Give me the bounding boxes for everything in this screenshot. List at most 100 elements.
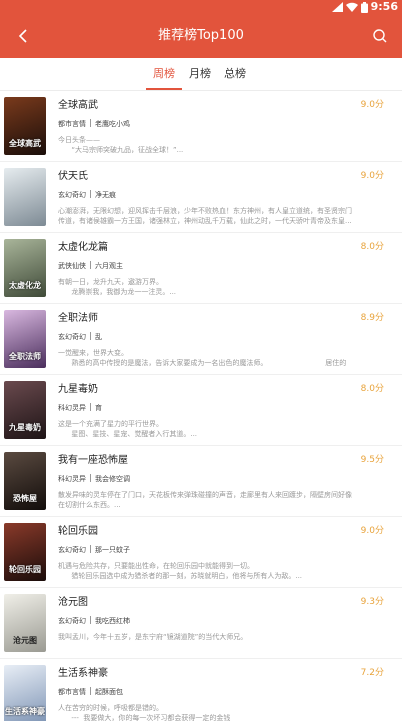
tab-monthly[interactable]: 月榜 — [184, 58, 216, 91]
book-item[interactable]: 全职法师 全职法师 8.9分 玄幻奇幻 乱 一觉醒来，世界大变。 熟悉的高中传授的… — [0, 304, 402, 375]
book-title: 全球高武 — [58, 100, 98, 111]
cover-title: 沧元图 — [13, 636, 37, 645]
book-score: 7.2分 — [360, 668, 384, 678]
book-title: 生活系神豪 — [58, 668, 108, 679]
book-item[interactable]: 生活系神豪 生活系神豪 7.2分 都市言情 起酥面包 人在苦穷的时候，呼吸都是错的… — [0, 659, 402, 721]
book-description: 人在苦穷的时候，呼吸都是错的。 --- 我要做大，你的每一次坏习都会获得一定的金… — [58, 704, 231, 721]
meta-divider — [90, 474, 91, 482]
book-description: 有朝一日，龙升九天，遨游万界。 龙腾崇我，我御为龙一一注灵。... — [58, 278, 177, 296]
book-score: 9.3分 — [360, 597, 384, 607]
meta-divider — [90, 332, 91, 340]
book-description: 散发异味的灵车停在了门口，天花板传来弹珠碰撞的声音，走廊里有人来回踱步，隔壁房间… — [58, 491, 352, 509]
book-author: 那一只蚊子 — [95, 546, 130, 554]
book-title: 沧元图 — [58, 597, 88, 608]
book-category: 玄幻奇幻 — [58, 333, 86, 341]
book-title: 太虚化龙篇 — [58, 242, 108, 253]
book-category: 玄幻奇幻 — [58, 191, 86, 199]
status-bar: 9:56 — [0, 0, 402, 14]
book-meta: 都市言情 起酥面包 — [58, 687, 123, 697]
book-category: 玄幻奇幻 — [58, 617, 86, 625]
cover-title: 全职法师 — [9, 352, 41, 361]
meta-divider — [90, 190, 91, 198]
status-icons: 9:56 — [331, 0, 398, 14]
book-meta: 玄幻奇幻 乱 — [58, 332, 102, 342]
tab-weekly[interactable]: 周榜 — [146, 58, 182, 91]
book-author: 乱 — [95, 333, 102, 341]
book-category: 科幻灵异 — [58, 475, 86, 483]
meta-divider — [90, 403, 91, 411]
battery-icon — [360, 1, 368, 13]
book-item[interactable]: 全球高武 全球高武 9.0分 都市言情 老鹰吃小鸡 今日头条—— “大马宗师突破九… — [0, 91, 402, 162]
meta-divider — [90, 616, 91, 624]
book-score: 8.0分 — [360, 384, 384, 394]
book-cover: 全职法师 — [4, 310, 46, 368]
book-score: 8.0分 — [360, 242, 384, 252]
book-author: 我会修空调 — [95, 475, 130, 483]
book-description: 这是一个充满了星力的平行世界。 星图、星技、星宠、觉醒者入行其道。... — [58, 420, 198, 438]
book-author: 起酥面包 — [95, 688, 123, 696]
book-meta: 武侠仙侠 六月观主 — [58, 261, 123, 271]
book-description: 机遇与危险共存，只要能出性命，在轮回乐园中就能得到一切。 猎轮回乐园选中成为猎杀… — [58, 562, 303, 580]
book-cover: 九星毒奶 — [4, 381, 46, 439]
book-meta: 科幻灵异 育 — [58, 403, 102, 413]
cover-title: 九星毒奶 — [9, 423, 41, 432]
book-category: 科幻灵异 — [58, 404, 86, 412]
app-bar: 推荐榜Top100 — [0, 14, 402, 58]
book-item[interactable]: 伏天氏 9.0分 玄幻奇幻 净无痕 心潮澎湃，无限幻想，迎风挥击千层浪，少年不败热… — [0, 162, 402, 233]
meta-divider — [90, 687, 91, 695]
meta-divider — [90, 545, 91, 553]
book-title: 九星毒奶 — [58, 384, 98, 395]
book-list: 全球高武 全球高武 9.0分 都市言情 老鹰吃小鸡 今日头条—— “大马宗师突破九… — [0, 91, 402, 721]
book-category: 武侠仙侠 — [58, 262, 86, 270]
book-item[interactable]: 九星毒奶 九星毒奶 8.0分 科幻灵异 育 这是一个充满了星力的平行世界。 星图、… — [0, 375, 402, 446]
book-meta: 都市言情 老鹰吃小鸡 — [58, 119, 130, 129]
cover-title: 恐怖屋 — [13, 494, 37, 503]
book-score: 9.0分 — [360, 100, 384, 110]
book-title: 伏天氏 — [58, 171, 88, 182]
book-item[interactable]: 轮回乐园 轮回乐园 9.0分 玄幻奇幻 那一只蚊子 机遇与危险共存，只要能出性命，… — [0, 517, 402, 588]
tab-total[interactable]: 总榜 — [218, 58, 252, 91]
book-cover: 沧元图 — [4, 594, 46, 652]
cover-title: 全球高武 — [9, 139, 41, 148]
search-icon[interactable] — [370, 26, 390, 46]
page-title: 推荐榜Top100 — [158, 28, 244, 43]
book-description: 今日头条—— “大马宗师突破九品，征战全球！”... — [58, 136, 184, 154]
book-title: 我有一座恐怖屋 — [58, 455, 128, 466]
tab-indicator — [146, 88, 182, 90]
book-description: 心潮澎湃，无限幻想，迎风挥击千层浪，少年不败热血！东方神州，有人皇立道统，有圣贤… — [58, 207, 352, 225]
meta-divider — [90, 261, 91, 269]
meta-divider — [90, 119, 91, 127]
signal-icon — [331, 2, 343, 12]
book-score: 9.5分 — [360, 455, 384, 465]
book-meta: 玄幻奇幻 净无痕 — [58, 190, 116, 200]
book-score: 8.9分 — [360, 313, 384, 323]
book-cover: 全球高武 — [4, 97, 46, 155]
book-meta: 玄幻奇幻 我吃西红柿 — [58, 616, 130, 626]
status-time: 9:56 — [370, 0, 398, 13]
book-item[interactable]: 恐怖屋 我有一座恐怖屋 9.5分 科幻灵异 我会修空调 散发异味的灵车停在了门口，… — [0, 446, 402, 517]
book-title: 轮回乐园 — [58, 526, 98, 537]
book-cover — [4, 168, 46, 226]
cover-title: 太虚化龙 — [9, 281, 41, 290]
book-category: 玄幻奇幻 — [58, 546, 86, 554]
book-score: 9.0分 — [360, 171, 384, 181]
ranking-tabs: 周榜 月榜 总榜 — [0, 58, 402, 91]
wifi-icon — [345, 2, 358, 12]
cover-title: 生活系神豪 — [5, 707, 45, 716]
book-title: 全职法师 — [58, 313, 98, 324]
book-author: 老鹰吃小鸡 — [95, 120, 130, 128]
book-cover: 恐怖屋 — [4, 452, 46, 510]
book-author: 我吃西红柿 — [95, 617, 130, 625]
book-meta: 玄幻奇幻 那一只蚊子 — [58, 545, 130, 555]
book-cover: 太虚化龙 — [4, 239, 46, 297]
book-meta: 科幻灵异 我会修空调 — [58, 474, 130, 484]
book-description: 一觉醒来，世界大变。 熟悉的高中传授的是魔法，告诉大家要成为一名出色的魔法师。 … — [58, 349, 347, 367]
book-category: 都市言情 — [58, 120, 86, 128]
book-author: 六月观主 — [95, 262, 123, 270]
book-item[interactable]: 沧元图 沧元图 9.3分 玄幻奇幻 我吃西红柿 我叫孟川，今年十五岁，是东宁府“镜… — [0, 588, 402, 659]
book-cover: 生活系神豪 — [4, 665, 46, 721]
book-score: 9.0分 — [360, 526, 384, 536]
book-description: 我叫孟川，今年十五岁，是东宁府“镜湖道院”的当代大师兄。 — [58, 633, 248, 641]
book-item[interactable]: 太虚化龙 太虚化龙篇 8.0分 武侠仙侠 六月观主 有朝一日，龙升九天，遨游万界。… — [0, 233, 402, 304]
cover-title: 轮回乐园 — [9, 565, 41, 574]
